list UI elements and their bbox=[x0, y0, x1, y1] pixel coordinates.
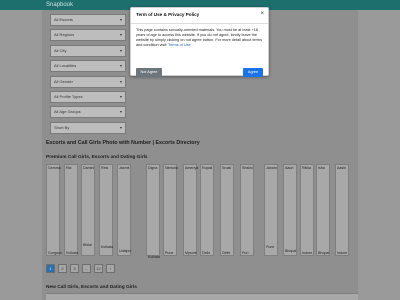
terms-of-use-link[interactable]: Terms of Use bbox=[168, 43, 190, 47]
terms-modal: Term of Use & Privacy Policy × This page… bbox=[130, 7, 269, 77]
close-icon[interactable]: × bbox=[260, 10, 264, 18]
modal-title: Term of Use & Privacy Policy bbox=[136, 12, 200, 17]
modal-divider bbox=[131, 23, 268, 24]
agree-button[interactable]: Agree bbox=[243, 68, 263, 77]
not-agree-button[interactable]: Not Agree bbox=[136, 68, 162, 77]
modal-body: This page contains sexually-oriented mat… bbox=[136, 28, 265, 48]
modal-body-text: This page contains sexually-oriented mat… bbox=[136, 28, 262, 47]
